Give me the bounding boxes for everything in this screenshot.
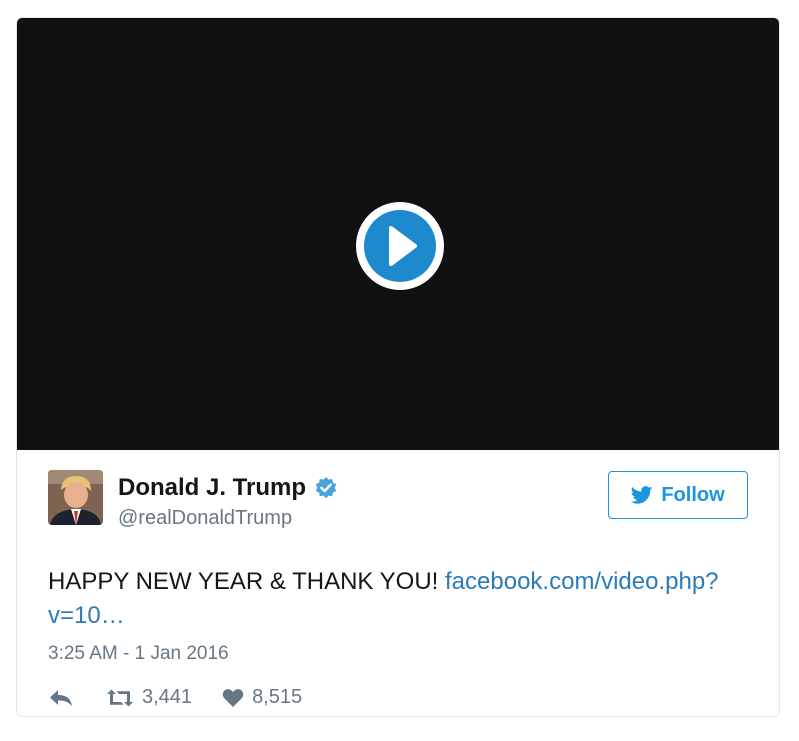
avatar[interactable]	[48, 470, 103, 525]
tweet-link-line2: v=10…	[48, 602, 125, 629]
reply-icon	[50, 689, 72, 706]
verified-badge-icon	[314, 476, 338, 500]
play-button[interactable]	[355, 201, 445, 291]
author-name-row: Donald J. Trump	[118, 474, 338, 502]
twitter-bird-icon	[631, 486, 653, 504]
like-button[interactable]: 8,515	[222, 686, 302, 709]
retweet-button[interactable]: 3,441	[106, 686, 192, 709]
author-handle[interactable]: @realDonaldTrump	[118, 507, 292, 530]
follow-button[interactable]: Follow	[608, 471, 748, 519]
tweet-actions: 3,441 8,515	[48, 686, 302, 709]
like-count: 8,515	[252, 686, 303, 708]
tweet-text: HAPPY NEW YEAR & THANK YOU! facebook.com…	[48, 565, 748, 633]
reply-button[interactable]	[48, 688, 74, 708]
author-name[interactable]: Donald J. Trump	[118, 474, 306, 502]
tweet-link-line1: facebook.com/video.php?	[445, 568, 719, 595]
tweet-timestamp[interactable]: 3:25 AM - 1 Jan 2016	[48, 643, 229, 665]
avatar-photo	[48, 470, 103, 525]
tweet-card: Donald J. Trump @realDonaldTrump Follow …	[16, 17, 780, 717]
retweet-count: 3,441	[142, 686, 193, 708]
heart-icon	[222, 688, 244, 707]
tweet-body: Donald J. Trump @realDonaldTrump Follow …	[17, 450, 779, 716]
video-player[interactable]	[17, 18, 779, 450]
follow-label: Follow	[661, 483, 725, 506]
tweet-text-body: HAPPY NEW YEAR & THANK YOU!	[48, 568, 446, 595]
play-icon	[356, 202, 444, 290]
retweet-icon	[107, 689, 133, 706]
